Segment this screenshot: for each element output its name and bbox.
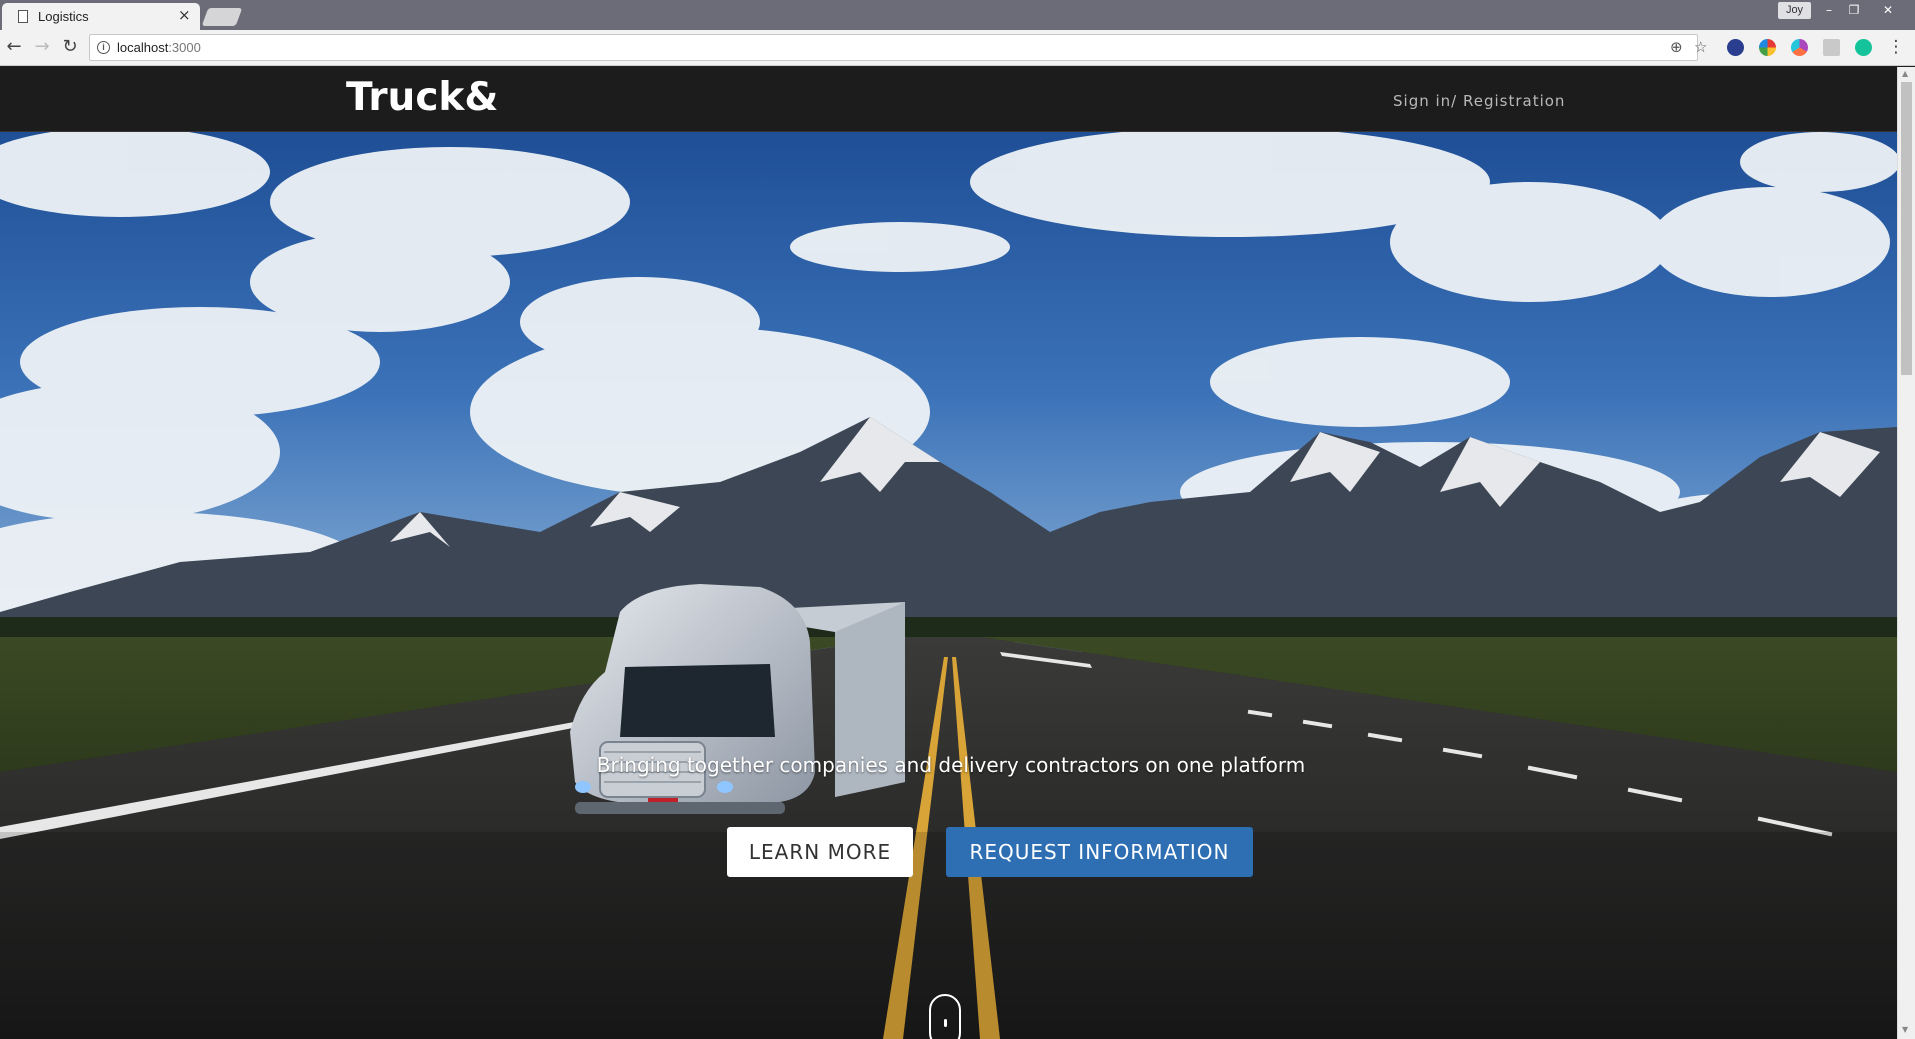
sign-in-link[interactable]: Sign in/ Registration: [1393, 92, 1565, 110]
info-icon[interactable]: i: [97, 41, 110, 54]
extension-box-icon[interactable]: [1823, 39, 1840, 56]
scroll-up-icon[interactable]: ▲: [1902, 69, 1908, 78]
extension-palette-icon[interactable]: [1791, 39, 1808, 56]
scroll-thumb[interactable]: [1901, 82, 1912, 375]
zoom-icon[interactable]: ⊕: [1670, 38, 1683, 56]
new-tab-button[interactable]: [201, 8, 243, 26]
site-logo[interactable]: Truck&: [346, 75, 498, 120]
url-text[interactable]: localhost:3000: [117, 40, 201, 55]
mouse-icon[interactable]: [929, 994, 961, 1039]
restore-button[interactable]: ❐: [1842, 2, 1866, 19]
page-viewport: Truck& Sign in/ Registration Bringing to…: [0, 67, 1897, 1039]
request-information-button[interactable]: REQUEST INFORMATION: [946, 827, 1253, 877]
extension-color-icon[interactable]: [1759, 39, 1776, 56]
browser-toolbar: ← → ↻ i localhost:3000 ⊕ ☆ ⋮: [0, 30, 1915, 66]
back-button[interactable]: ←: [2, 35, 26, 59]
address-bar[interactable]: i localhost:3000 ⊕ ☆: [89, 34, 1707, 61]
mouse-wheel: [944, 1019, 947, 1027]
tab-title: Logistics: [38, 9, 89, 24]
extension-icon[interactable]: [1727, 39, 1744, 56]
close-window-button[interactable]: ✕: [1876, 2, 1900, 19]
star-icon[interactable]: ☆: [1694, 38, 1707, 56]
learn-more-button[interactable]: LEARN MORE: [727, 827, 913, 877]
page-scrollbar[interactable]: ▲ ▼: [1897, 67, 1915, 1039]
hero-background-image: [0, 132, 1897, 1039]
profile-badge[interactable]: Joy: [1778, 2, 1811, 19]
forward-button[interactable]: →: [30, 35, 54, 59]
reload-button[interactable]: ↻: [58, 35, 82, 59]
minimize-button[interactable]: –: [1817, 2, 1841, 19]
page-icon: [18, 10, 28, 23]
scroll-down-icon[interactable]: ▼: [1902, 1025, 1908, 1034]
truck-image: [570, 584, 905, 814]
browser-titlebar: Logistics × Joy – ❐ ✕: [0, 0, 1915, 30]
hero-section: Bringing together companies and delivery…: [0, 132, 1897, 1039]
more-icon[interactable]: ⋮: [1884, 35, 1908, 59]
hero-tagline: Bringing together companies and delivery…: [596, 753, 1306, 777]
site-navbar: Truck& Sign in/ Registration: [0, 67, 1897, 132]
grammarly-icon[interactable]: [1855, 39, 1872, 56]
tab-close-icon[interactable]: ×: [178, 6, 191, 24]
browser-tab[interactable]: Logistics ×: [2, 3, 200, 30]
